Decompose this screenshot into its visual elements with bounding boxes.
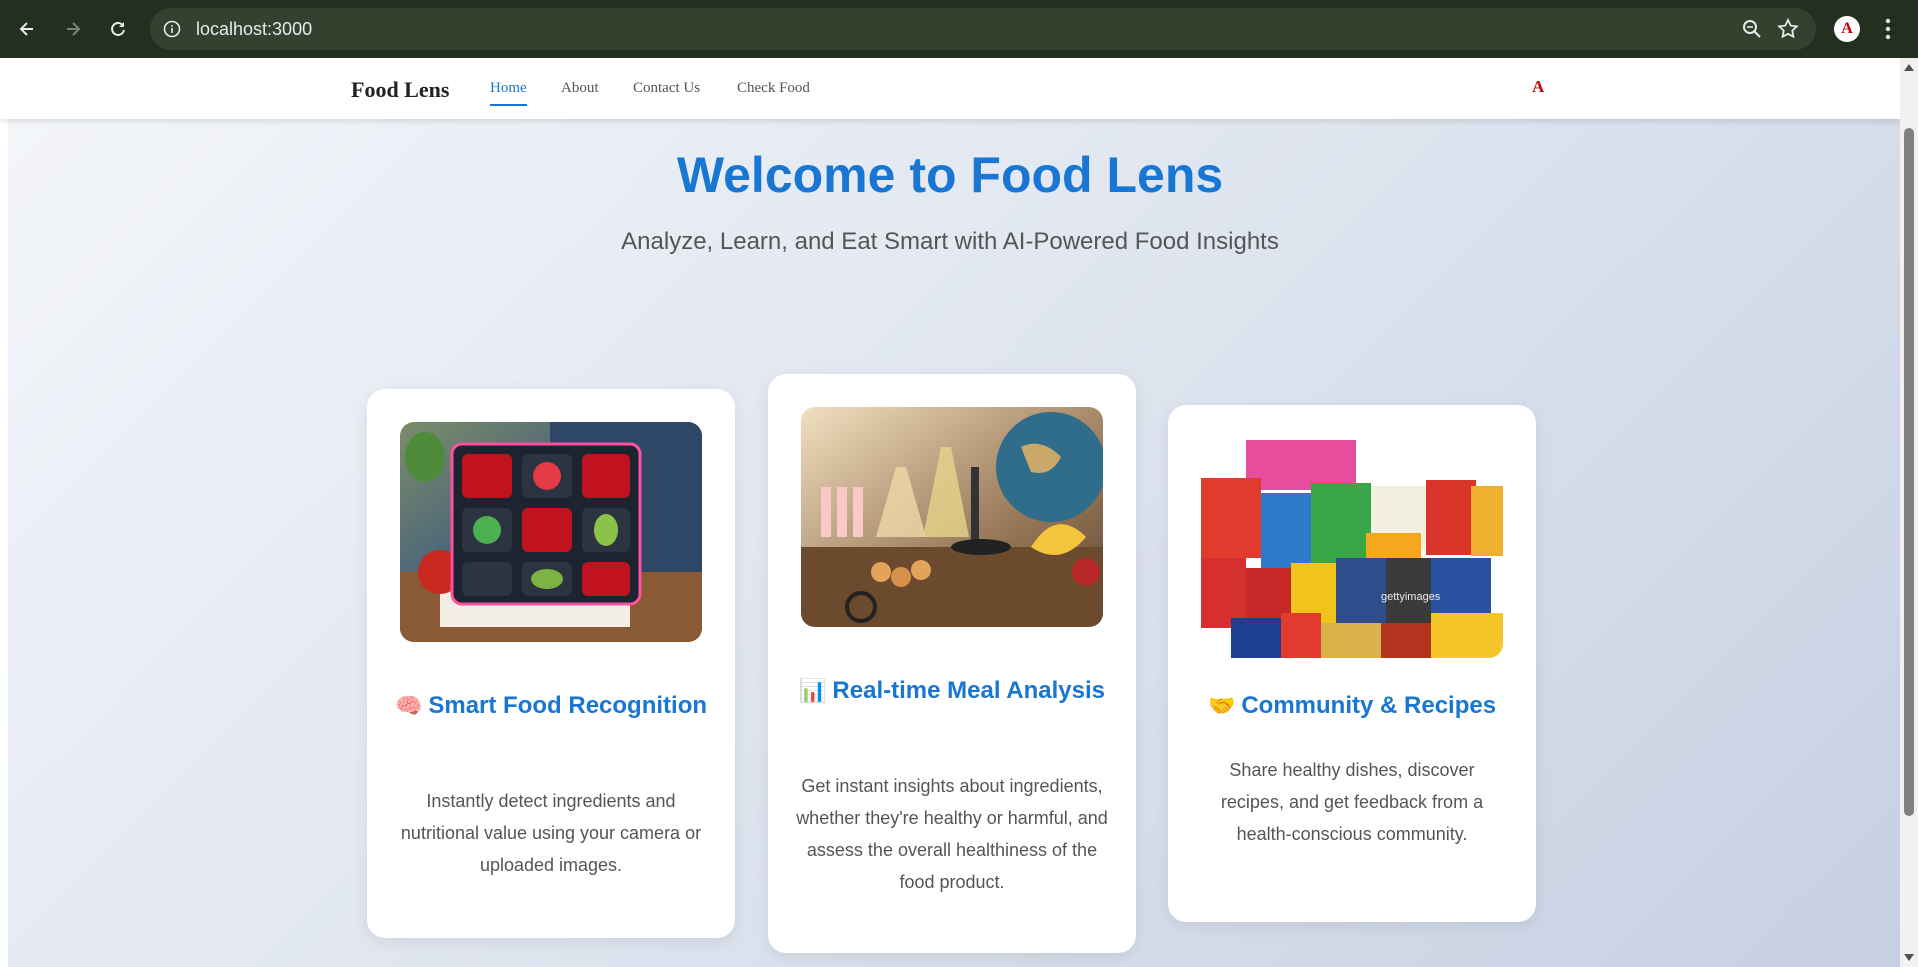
lab-analysis-image [801, 407, 1103, 627]
card-title: 🤝 Community & Recipes [1188, 690, 1516, 722]
card-title-text: Community & Recipes [1241, 692, 1497, 719]
active-underline [490, 104, 527, 106]
hero-subtitle: Analyze, Learn, and Eat Smart with AI-Po… [621, 228, 1279, 255]
card-title: 📊 Real-time Meal Analysis [788, 675, 1116, 707]
nav-link-home[interactable]: Home [490, 80, 527, 106]
feature-card-smart-food-recognition[interactable]: 🧠 Smart Food Recognition Instantly detect… [367, 389, 735, 938]
reload-button[interactable] [103, 14, 133, 44]
packaged-foods-image: gettyimages [1201, 438, 1503, 658]
forward-button[interactable] [58, 14, 88, 44]
feature-card-real-time-meal-analysis[interactable]: 📊 Real-time Meal Analysis Get instant ins… [768, 374, 1136, 953]
nav-link-contact-us[interactable]: Contact Us [633, 80, 700, 97]
url-text[interactable]: localhost:3000 [196, 19, 312, 40]
zoom-icon[interactable] [1740, 17, 1764, 41]
browser-toolbar: localhost:3000 A [0, 0, 1918, 58]
brain-icon: 🧠 [394, 693, 423, 718]
user-menu-button[interactable]: A [1532, 77, 1544, 97]
address-bar[interactable]: localhost:3000 [150, 8, 1816, 50]
card-description: Instantly detect ingredients and nutriti… [400, 791, 702, 875]
feature-card-community-recipes[interactable]: gettyimages 🤝 Community & Recipes Share h… [1168, 405, 1536, 922]
page-scrollbar[interactable] [1900, 58, 1918, 967]
handshake-icon: 🤝 [1207, 693, 1236, 718]
hero-title: Welcome to Food Lens [676, 147, 1224, 203]
ai-food-grid-image [400, 422, 702, 642]
card-title-text: Real-time Meal Analysis [832, 677, 1105, 704]
card-title: 🧠 Smart Food Recognition [387, 690, 715, 722]
profile-avatar[interactable]: A [1834, 16, 1860, 42]
card-description: Get instant insights about ingredients, … [796, 776, 1108, 892]
forward-arrow-icon [67, 22, 81, 36]
browser-menu-icon[interactable] [1884, 16, 1892, 42]
reload-icon [111, 21, 125, 36]
image-watermark: gettyimages [1381, 591, 1441, 603]
site-info-icon[interactable] [162, 19, 182, 39]
app-navbar: Food Lens Home About Contact Us Check Fo… [0, 58, 1900, 119]
nav-link-about[interactable]: About [561, 80, 599, 97]
nav-link-check-food[interactable]: Check Food [737, 80, 810, 97]
bar-chart-icon: 📊 [799, 678, 827, 703]
back-button[interactable] [12, 14, 42, 44]
nav-link-label: Home [490, 80, 527, 96]
scrollbar-thumb[interactable] [1904, 128, 1914, 816]
brand-logo[interactable]: Food Lens [351, 77, 449, 103]
card-description: Share healthy dishes, discover recipes, … [1220, 760, 1484, 844]
back-arrow-icon [19, 22, 33, 36]
page-viewport: Food Lens Home About Contact Us Check Fo… [0, 58, 1900, 967]
bookmark-star-icon[interactable] [1776, 17, 1800, 41]
card-title-text: Smart Food Recognition [428, 692, 708, 719]
scroll-up-arrow-icon[interactable] [1904, 64, 1914, 71]
scroll-down-arrow-icon[interactable] [1904, 954, 1914, 961]
